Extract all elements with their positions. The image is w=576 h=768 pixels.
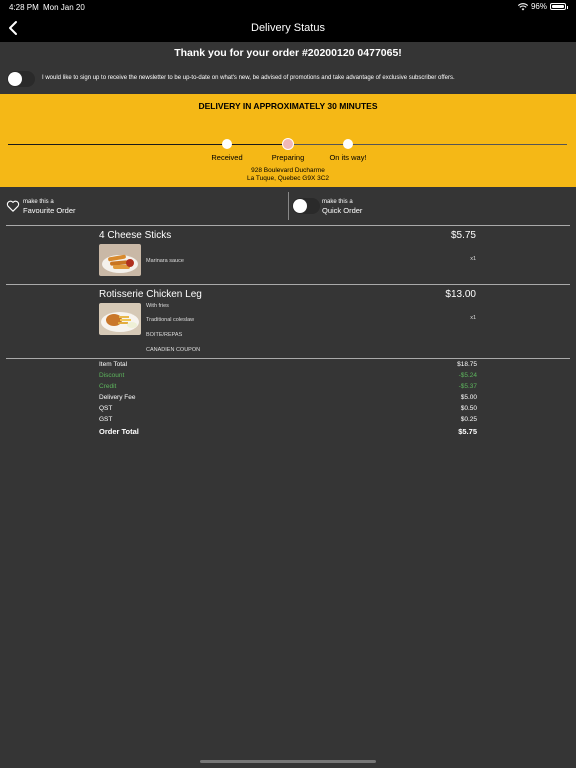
item-price: $13.00 xyxy=(445,289,476,300)
delivery-eta: DELIVERY IN APPROXIMATELY 30 MINUTES xyxy=(198,101,378,111)
item-name: Rotisserie Chicken Leg xyxy=(99,289,202,300)
quick-caption: make this a xyxy=(322,199,353,205)
battery-percent: 96% xyxy=(530,2,547,11)
total-row-credit: Credit -$5.37 xyxy=(99,383,477,394)
item-option: Traditional coleslaw xyxy=(146,317,195,323)
item-option: Marinara sauce xyxy=(146,258,184,264)
item-option: CANADIEN COUPON xyxy=(146,347,201,353)
total-label: Item Total xyxy=(99,361,128,368)
step-on-its-way-dot xyxy=(343,139,353,149)
heart-icon[interactable] xyxy=(6,199,20,213)
total-row-qst: QST $0.50 xyxy=(99,405,477,416)
favourite-caption: make this a xyxy=(23,199,54,205)
step-on-its-way-label: On its way! xyxy=(329,153,367,162)
total-value: $0.50 xyxy=(460,405,477,412)
address-line2: La Tuque, Quebec G9X 3C2 xyxy=(246,175,330,182)
total-label: Credit xyxy=(99,383,117,390)
page-title: Delivery Status xyxy=(251,22,325,34)
item-price: $5.75 xyxy=(450,230,476,241)
status-bar: 4:28 PM Mon Jan 20 96% xyxy=(0,0,576,14)
step-preparing-dot xyxy=(282,138,294,150)
total-row-discount: Discount -$5.24 xyxy=(99,372,477,383)
divider xyxy=(6,358,570,359)
total-value: $5.75 xyxy=(458,427,477,436)
address-line1: 928 Boulevard Ducharme xyxy=(251,167,325,174)
nav-bar: Delivery Status xyxy=(0,14,576,42)
total-label: Order Total xyxy=(99,427,139,436)
item-quantity: x1 xyxy=(470,315,476,321)
total-row-delivery-fee: Delivery Fee $5.00 xyxy=(99,394,477,405)
divider xyxy=(6,284,570,285)
battery-icon xyxy=(550,3,568,10)
total-value: -$5.24 xyxy=(458,372,477,379)
order-confirmation: Thank you for your order #20200120 04770… xyxy=(174,47,402,59)
favourite-order-button[interactable]: make this a Favourite Order xyxy=(23,198,76,216)
item-option: BOITE/REPAS xyxy=(146,332,183,338)
step-received-dot xyxy=(222,139,232,149)
quick-order-label-group: make this a Quick Order xyxy=(322,198,362,216)
total-value: $0.25 xyxy=(460,416,477,423)
order-totals: Item Total $18.75 Discount -$5.24 Credit -$… xyxy=(99,361,477,438)
chicken-leg-image xyxy=(99,303,141,335)
newsletter-label: I would like to sign up to receive the n… xyxy=(42,75,455,81)
total-row-item-total: Item Total $18.75 xyxy=(99,361,477,372)
item-quantity: x1 xyxy=(470,256,476,262)
newsletter-toggle[interactable] xyxy=(7,71,35,87)
order-actions: make this a Favourite Order make this a … xyxy=(0,187,576,225)
favourite-label: Favourite Order xyxy=(23,206,76,215)
total-row-order-total: Order Total $5.75 xyxy=(99,427,477,438)
action-divider xyxy=(288,192,289,220)
total-label: Discount xyxy=(99,372,125,379)
total-label: Delivery Fee xyxy=(99,394,136,401)
progress-track-done xyxy=(8,144,288,145)
wifi-icon xyxy=(517,2,528,10)
delivery-tracker: DELIVERY IN APPROXIMATELY 30 MINUTES Rec… xyxy=(0,94,576,187)
toggle-knob xyxy=(8,72,22,86)
home-indicator[interactable] xyxy=(200,760,376,763)
status-date: Mon Jan 20 xyxy=(43,3,85,12)
total-value: $18.75 xyxy=(457,361,477,368)
total-value: $5.00 xyxy=(460,394,477,401)
step-preparing-label: Preparing xyxy=(271,153,305,162)
status-time: 4:28 PM xyxy=(9,3,39,12)
toggle-knob xyxy=(293,199,307,213)
quick-label: Quick Order xyxy=(322,206,363,215)
divider xyxy=(6,225,570,226)
status-right: 96% xyxy=(517,2,568,11)
total-value: -$5.37 xyxy=(458,383,477,390)
delivery-address: 928 Boulevard Ducharme La Tuque, Quebec … xyxy=(0,167,576,183)
total-label: QST xyxy=(99,405,113,412)
total-row-gst: GST $0.25 xyxy=(99,416,477,427)
quick-order-toggle[interactable] xyxy=(292,198,320,214)
item-option: With fries xyxy=(146,303,169,309)
item-name: 4 Cheese Sticks xyxy=(99,230,172,241)
step-received-label: Received xyxy=(211,153,243,162)
total-label: GST xyxy=(99,416,113,423)
cheese-sticks-image xyxy=(99,244,141,276)
